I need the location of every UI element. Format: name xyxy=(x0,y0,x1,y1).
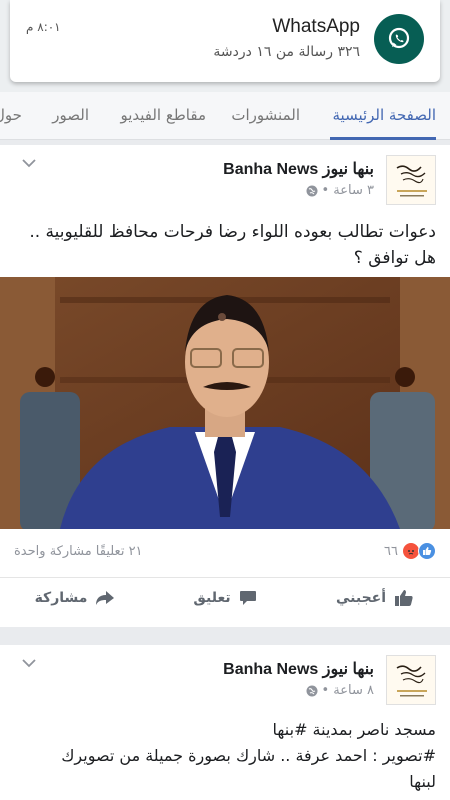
notification-body: ٣٢٦ رسالة من ١٦ دردشة xyxy=(213,44,360,60)
reaction-count-group[interactable]: ٦٦ xyxy=(384,542,436,560)
post-card: بنها نيوز Banha News ٨ ساعة • مسجد ناصر … xyxy=(0,645,450,800)
page-name[interactable]: بنها نيوز Banha News xyxy=(223,659,374,679)
comments-shares-count[interactable]: ٢١ تعليقًا مشاركة واحدة xyxy=(14,544,143,559)
post-text-line: #تصوير : احمد عرفة .. شارك بصورة جميلة م… xyxy=(61,746,436,765)
page-name[interactable]: بنها نيوز Banha News xyxy=(223,159,374,179)
like-reaction-icon xyxy=(418,542,436,560)
screen: WhatsApp ٣٢٦ رسالة من ١٦ دردشة ٨:٠١ م ال… xyxy=(0,0,450,800)
comment-icon xyxy=(239,590,256,605)
page-avatar[interactable] xyxy=(386,155,436,205)
comment-label: تعليق xyxy=(193,589,231,606)
comment-button[interactable]: تعليق xyxy=(150,578,300,617)
tab-posts[interactable]: المنشورات xyxy=(231,106,300,124)
tab-photos[interactable]: الصور xyxy=(52,106,89,124)
like-button[interactable]: أعجبني xyxy=(300,578,450,617)
chevron-down-icon[interactable] xyxy=(22,659,36,668)
whatsapp-notification[interactable]: WhatsApp ٣٢٦ رسالة من ١٦ دردشة ٨:٠١ م xyxy=(10,0,440,82)
tab-home[interactable]: الصفحة الرئيسية xyxy=(333,106,437,124)
like-icon xyxy=(395,589,413,606)
tab-videos[interactable]: مقاطع الفيديو xyxy=(120,106,206,124)
post-meta: ٨ ساعة • xyxy=(306,683,375,698)
notification-time: ٨:٠١ م xyxy=(26,20,61,34)
post-text-line: هل توافق ؟ xyxy=(353,248,436,268)
like-label: أعجبني xyxy=(335,589,387,606)
post-meta: ٣ ساعة • xyxy=(306,183,375,198)
share-icon xyxy=(96,590,115,605)
reaction-count: ٦٦ xyxy=(384,543,398,559)
tab-about[interactable]: حول xyxy=(0,106,22,124)
share-label: مشاركة xyxy=(34,589,88,606)
post-text-line: لبنها xyxy=(409,772,436,791)
post-card: بنها نيوز Banha News ٣ ساعة • دعوات تطال… xyxy=(0,145,450,627)
whatsapp-icon xyxy=(374,14,424,64)
post-text: دعوات تطالب بعوده اللواء رضا فرحات محافظ… xyxy=(14,219,436,271)
notification-app-name: WhatsApp xyxy=(272,16,360,37)
post-text-line: مسجد ناصر بمدينة #بنها xyxy=(272,720,436,739)
post-time: ٣ ساعة • xyxy=(321,183,375,198)
post-actions: مشاركة تعليق أعجبني xyxy=(0,577,450,617)
page-avatar[interactable] xyxy=(386,655,436,705)
globe-icon xyxy=(306,185,318,197)
chevron-down-icon[interactable] xyxy=(22,159,36,168)
post-text-line: دعوات تطالب بعوده اللواء رضا فرحات محافظ… xyxy=(29,222,436,242)
reactions-summary[interactable]: ٢١ تعليقًا مشاركة واحدة ٦٦ xyxy=(14,541,436,561)
globe-icon xyxy=(306,685,318,697)
page-tabs: الصفحة الرئيسية المنشورات مقاطع الفيديو … xyxy=(0,92,450,140)
post-time: ٨ ساعة • xyxy=(321,683,375,698)
post-photo[interactable] xyxy=(0,277,450,529)
share-button[interactable]: مشاركة xyxy=(0,578,150,617)
post-text: مسجد ناصر بمدينة #بنها #تصوير : احمد عرف… xyxy=(14,717,436,795)
active-tab-indicator xyxy=(330,137,436,140)
